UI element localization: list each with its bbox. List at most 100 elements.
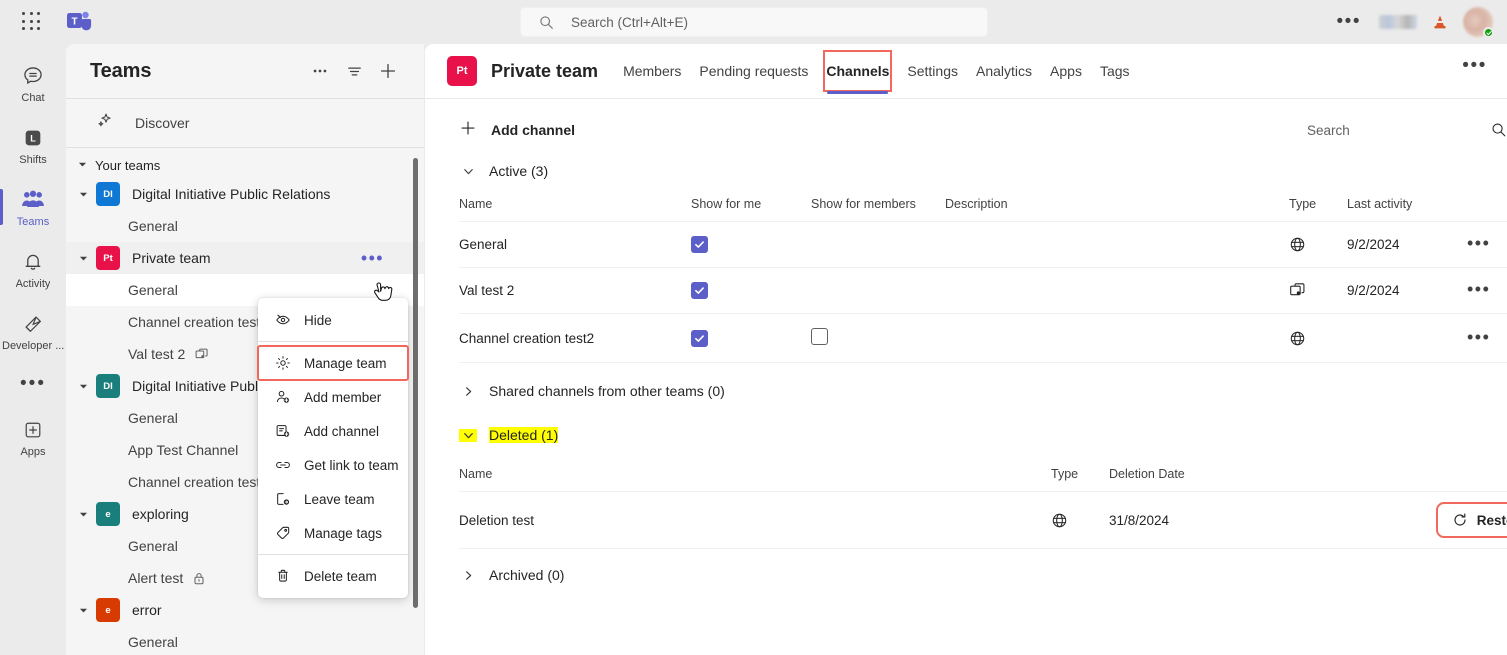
rail-label-developer: Developer ...	[2, 340, 64, 352]
rail-label-activity: Activity	[16, 278, 51, 290]
context-menu-label: Hide	[304, 313, 332, 328]
sidebar-team-label: error	[132, 602, 162, 618]
context-menu-item-hide[interactable]: Hide	[258, 303, 408, 337]
sidebar-scrollbar[interactable]	[413, 158, 418, 608]
sidebar-team-row[interactable]: e error	[66, 594, 424, 626]
lock-icon	[193, 572, 205, 585]
sidebar-channel-label: General	[128, 634, 178, 650]
context-menu-item-add-channel[interactable]: Add channel	[258, 414, 408, 448]
row-more-options-icon[interactable]: •••	[1467, 279, 1490, 299]
chevron-down-icon[interactable]	[78, 382, 88, 391]
sidebar-channel-row[interactable]: General	[66, 626, 424, 653]
rail-more-icon[interactable]: •••	[0, 362, 66, 406]
tab-apps[interactable]: Apps	[1041, 44, 1091, 98]
column-header-type: Type	[1051, 459, 1109, 492]
tab-channels[interactable]: Channels	[817, 44, 898, 98]
tab-members[interactable]: Members	[614, 44, 690, 98]
context-menu-item-leave-team[interactable]: Leave team	[258, 482, 408, 516]
tab-tags[interactable]: Tags	[1091, 44, 1139, 98]
checkbox-show-for-members[interactable]	[811, 328, 828, 345]
filter-icon[interactable]	[338, 55, 370, 87]
context-menu-item-delete-team[interactable]: Delete team	[258, 559, 408, 593]
rail-item-chat[interactable]: Chat	[0, 52, 66, 114]
table-header-row: Name Show for me Show for members Descri…	[459, 189, 1507, 222]
traffic-cone-icon[interactable]	[1431, 13, 1449, 31]
page-title: Teams	[90, 60, 302, 83]
channel-search-input[interactable]: Search	[1307, 113, 1507, 147]
app-launcher-icon[interactable]	[22, 12, 42, 32]
row-more-options-icon[interactable]: •••	[1467, 327, 1490, 347]
channel-search-placeholder: Search	[1307, 123, 1350, 138]
tab-pending-requests[interactable]: Pending requests	[690, 44, 817, 98]
cell-last-activity	[1347, 314, 1467, 363]
sidebar-team-row-private-team[interactable]: Pt Private team •••	[66, 242, 424, 274]
search-icon	[539, 15, 554, 30]
avatar[interactable]	[1463, 7, 1493, 37]
rail-item-activity[interactable]: Activity	[0, 238, 66, 300]
cell-description	[945, 314, 1235, 363]
chevron-down-icon[interactable]	[78, 510, 88, 519]
context-menu-item-add-member[interactable]: Add member	[258, 380, 408, 414]
chevron-down-icon[interactable]	[78, 254, 88, 263]
cell-type	[1289, 268, 1347, 314]
rail-item-developer-portal[interactable]: Developer ...	[0, 300, 66, 362]
section-shared-toggle[interactable]: Shared channels from other teams (0)	[459, 373, 1473, 409]
cell-show-for-me	[691, 268, 811, 314]
discover-sparkle-icon	[96, 112, 113, 134]
chevron-right-icon	[459, 385, 477, 398]
checkbox-show-for-me[interactable]	[691, 282, 708, 299]
rail-item-shifts[interactable]: L Shifts	[0, 114, 66, 176]
presence-available-icon	[1483, 27, 1494, 38]
table-row[interactable]: Val test 2	[459, 268, 1507, 314]
global-search-input[interactable]: Search (Ctrl+Alt+E)	[520, 7, 988, 37]
rail-label-apps: Apps	[20, 446, 45, 458]
channels-body: Add channel Search Active (3)	[425, 107, 1507, 593]
context-menu-item-manage-tags[interactable]: Manage tags	[258, 516, 408, 550]
cell-show-for-members	[811, 222, 945, 268]
restore-button[interactable]: Restore	[1440, 506, 1507, 534]
deleted-channels-table: Name Type Deletion Date Deletion test	[459, 459, 1507, 549]
context-menu-label: Delete team	[304, 569, 377, 584]
rail-label-teams: Teams	[17, 216, 49, 228]
checkbox-show-for-me[interactable]	[691, 330, 708, 347]
chevron-down-icon[interactable]	[78, 190, 88, 199]
column-header-name: Name	[459, 189, 691, 222]
discover-label: Discover	[135, 115, 189, 131]
sidebar-channel-row[interactable]: General	[66, 210, 424, 242]
table-row[interactable]: General	[459, 222, 1507, 268]
globe-icon	[1289, 330, 1306, 347]
checkbox-show-for-me[interactable]	[691, 236, 708, 253]
cell-channel-name: Val test 2	[459, 268, 691, 314]
team-header-more-icon[interactable]: •••	[1462, 62, 1487, 70]
your-teams-header[interactable]: Your teams	[66, 152, 424, 178]
add-icon[interactable]	[372, 55, 404, 87]
sidebar-more-icon[interactable]	[304, 55, 336, 87]
row-more-options-icon[interactable]: •••	[1467, 233, 1490, 253]
rail-item-apps[interactable]: Apps	[0, 406, 66, 468]
globe-icon	[1289, 236, 1306, 253]
section-archived-toggle[interactable]: Archived (0)	[459, 557, 1473, 593]
tab-settings[interactable]: Settings	[898, 44, 967, 98]
bell-icon	[22, 249, 44, 275]
topbar-more-icon[interactable]: •••	[1337, 17, 1361, 27]
top-bar-right-cluster: •••	[1337, 0, 1497, 44]
tab-analytics[interactable]: Analytics	[967, 44, 1041, 98]
chevron-down-icon[interactable]	[78, 606, 88, 615]
sidebar-channel-label: General	[128, 410, 178, 426]
table-row[interactable]: Channel creation test2	[459, 314, 1507, 363]
sidebar-team-row[interactable]: DI Digital Initiative Public Relations	[66, 178, 424, 210]
context-menu-item-manage-team[interactable]: Manage team	[258, 346, 408, 380]
cell-actions: •••	[1467, 222, 1507, 268]
section-active-toggle[interactable]: Active (3)	[459, 153, 1473, 189]
search-icon[interactable]	[1491, 122, 1507, 138]
table-row[interactable]: Deletion test 31/8/2024	[459, 492, 1507, 549]
cell-deletion-date: 31/8/2024	[1109, 492, 1339, 549]
sidebar-item-discover[interactable]: Discover	[66, 99, 424, 147]
svg-text:T: T	[71, 17, 77, 28]
sidebar-channel-label: App Test Channel	[128, 442, 238, 458]
rail-item-teams[interactable]: Teams	[0, 176, 66, 238]
team-more-options-icon[interactable]: •••	[361, 254, 384, 262]
context-menu-item-get-link[interactable]: Get link to team	[258, 448, 408, 482]
trash-icon	[274, 568, 292, 584]
section-deleted-toggle[interactable]: Deleted (1)	[459, 417, 564, 453]
